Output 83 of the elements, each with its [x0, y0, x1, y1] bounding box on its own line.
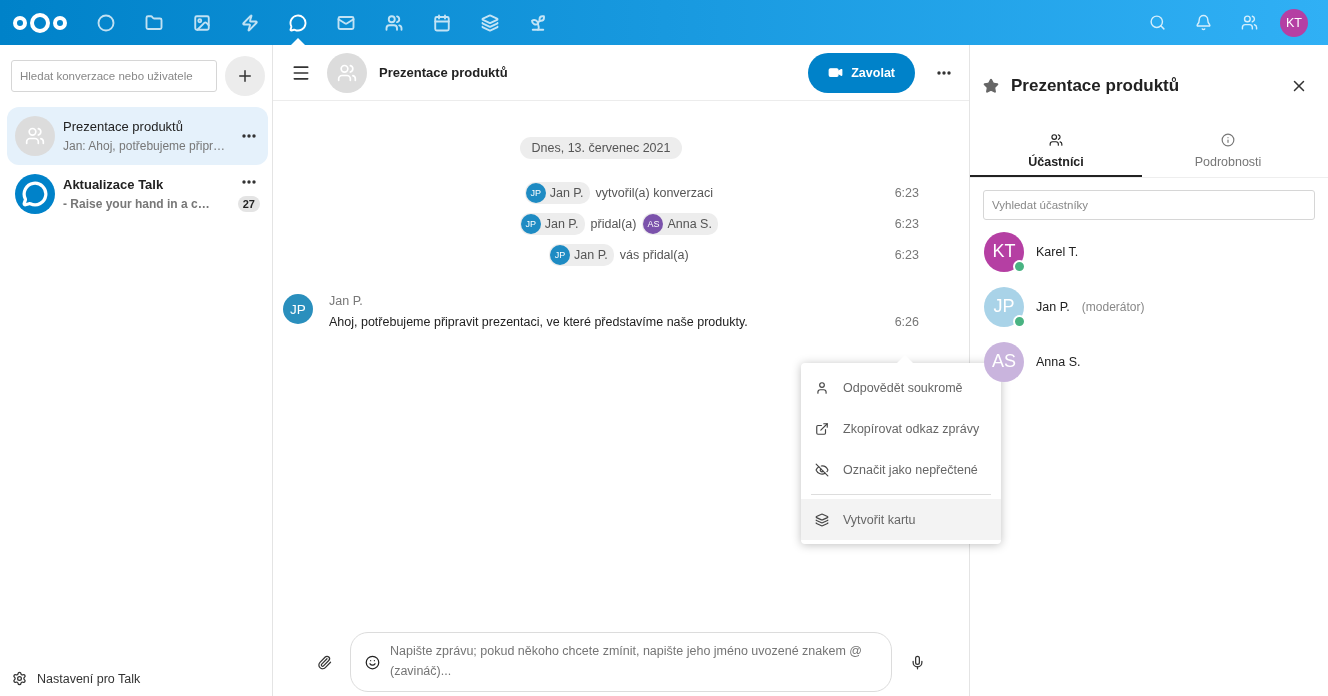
- author-avatar: JP: [283, 294, 313, 324]
- message-time: 6:23: [894, 216, 919, 231]
- star-icon[interactable]: [983, 78, 999, 94]
- stack-icon: [481, 13, 499, 32]
- message-field[interactable]: Napište zprávu; pokud někoho chcete zmínit, napište jeho jméno uvozené znakem @ (zavináč)...: [350, 632, 892, 692]
- mail-icon: [337, 13, 355, 32]
- video-camera-icon: [828, 65, 844, 80]
- settings-icon: [12, 671, 27, 686]
- external-link-icon: [815, 421, 829, 436]
- emoji-icon[interactable]: [365, 654, 380, 670]
- dots-icon: [242, 134, 256, 138]
- new-conversation-button[interactable]: [225, 56, 265, 96]
- info-icon: [1221, 133, 1235, 147]
- user-mention[interactable]: JP Jan P.: [519, 212, 585, 235]
- eye-slash-icon: [815, 462, 829, 477]
- participant-name: Jan P.: [1036, 299, 1070, 314]
- message-author: Jan P.: [329, 294, 364, 308]
- search-icon: [1148, 14, 1166, 31]
- user-mention[interactable]: JP Jan P.: [524, 181, 590, 204]
- system-message-text: přidal(a): [590, 216, 637, 231]
- microphone-icon: [910, 654, 925, 670]
- image-icon: [193, 13, 211, 32]
- chat-bubble-icon: [289, 13, 307, 32]
- plus-icon: [236, 67, 254, 85]
- bell-icon: [1194, 14, 1212, 31]
- active-indicator: [291, 38, 305, 45]
- conversation-name: Prezentace produktů: [63, 118, 184, 134]
- participant-search-field[interactable]: Vyhledat účastníky: [983, 190, 1315, 220]
- lightning-icon: [241, 13, 259, 32]
- user-avatar[interactable]: KT: [1280, 8, 1308, 37]
- system-message-text: vás přidal(a): [619, 247, 689, 262]
- search-field[interactable]: Hledat konverzace nebo uživatele: [11, 60, 217, 92]
- stack-icon: [815, 512, 829, 527]
- panel-title: Prezentace produktů: [1011, 76, 1181, 96]
- menu-item[interactable]: Označit jako nepřečtené: [801, 449, 1001, 490]
- participant-name: Anna S.: [1036, 354, 1081, 369]
- logo-icon: [12, 10, 68, 35]
- conversation-preview: - Raise your hand in a c…: [63, 195, 211, 212]
- plant-icon: [529, 13, 547, 32]
- online-status-dot: [1013, 314, 1026, 328]
- circle-icon: [97, 13, 115, 32]
- mini-avatar: JP: [525, 182, 546, 203]
- people-icon: [385, 13, 403, 32]
- participant-avatar: JP: [984, 286, 1024, 327]
- talk-avatar: [15, 174, 55, 214]
- group-avatar: [327, 52, 367, 93]
- date-separator: Dnes, 13. červenec 2021: [519, 137, 683, 159]
- people-icon: [1240, 14, 1258, 31]
- conversation-item[interactable]: Prezentace produktů Jan: Ahoj, potřebujeme připr…: [7, 107, 268, 165]
- people-icon: [1049, 133, 1063, 147]
- mini-avatar: AS: [643, 213, 664, 234]
- call-button[interactable]: Zavolat: [808, 52, 915, 93]
- participant-avatar: KT: [984, 231, 1024, 272]
- mini-avatar: JP: [550, 244, 570, 265]
- mini-avatar: JP: [520, 213, 541, 234]
- system-message-text: vytvořil(a) konverzaci: [595, 185, 713, 200]
- menu-item[interactable]: Zkopírovat odkaz zprávy: [801, 408, 1001, 449]
- dots-icon: [242, 180, 256, 184]
- user-mention[interactable]: AS Anna S.: [642, 212, 718, 235]
- message-time: 6:23: [894, 247, 919, 262]
- conversation-title: Prezentace produktů: [379, 65, 509, 80]
- message-time: 6:23: [894, 185, 919, 200]
- group-avatar: [15, 116, 55, 156]
- user-mention[interactable]: JP Jan P.: [549, 243, 614, 266]
- person-icon: [815, 380, 829, 395]
- conversation-preview: Jan: Ahoj, potřebujeme připr…: [63, 137, 227, 154]
- participant-avatar: AS: [984, 341, 1024, 382]
- unread-count: 27: [237, 196, 260, 212]
- message-time: 6:26: [894, 315, 919, 329]
- participant-name: Karel T.: [1036, 244, 1079, 259]
- settings-link[interactable]: Nastavení pro Talk: [0, 666, 272, 696]
- calendar-icon: [433, 13, 451, 32]
- menu-item[interactable]: Vytvořit kartu: [801, 499, 1001, 540]
- conversation-item[interactable]: Aktualizace Talk - Raise your hand in a c… 27: [7, 165, 268, 223]
- paperclip-icon: [317, 654, 332, 670]
- participant-role: (moderátor): [1081, 299, 1145, 314]
- folder-icon: [145, 13, 163, 32]
- conversation-name: Aktualizace Talk: [63, 176, 165, 192]
- panel-tab[interactable]: Účastníci: [970, 127, 1142, 177]
- online-status-dot: [1013, 259, 1026, 273]
- dots-icon: [937, 70, 951, 75]
- panel-tab[interactable]: Podrobnosti: [1142, 127, 1314, 177]
- message-text: Ahoj, potřebujeme připravit prezentaci, ve které představíme naše produkty.: [329, 315, 748, 329]
